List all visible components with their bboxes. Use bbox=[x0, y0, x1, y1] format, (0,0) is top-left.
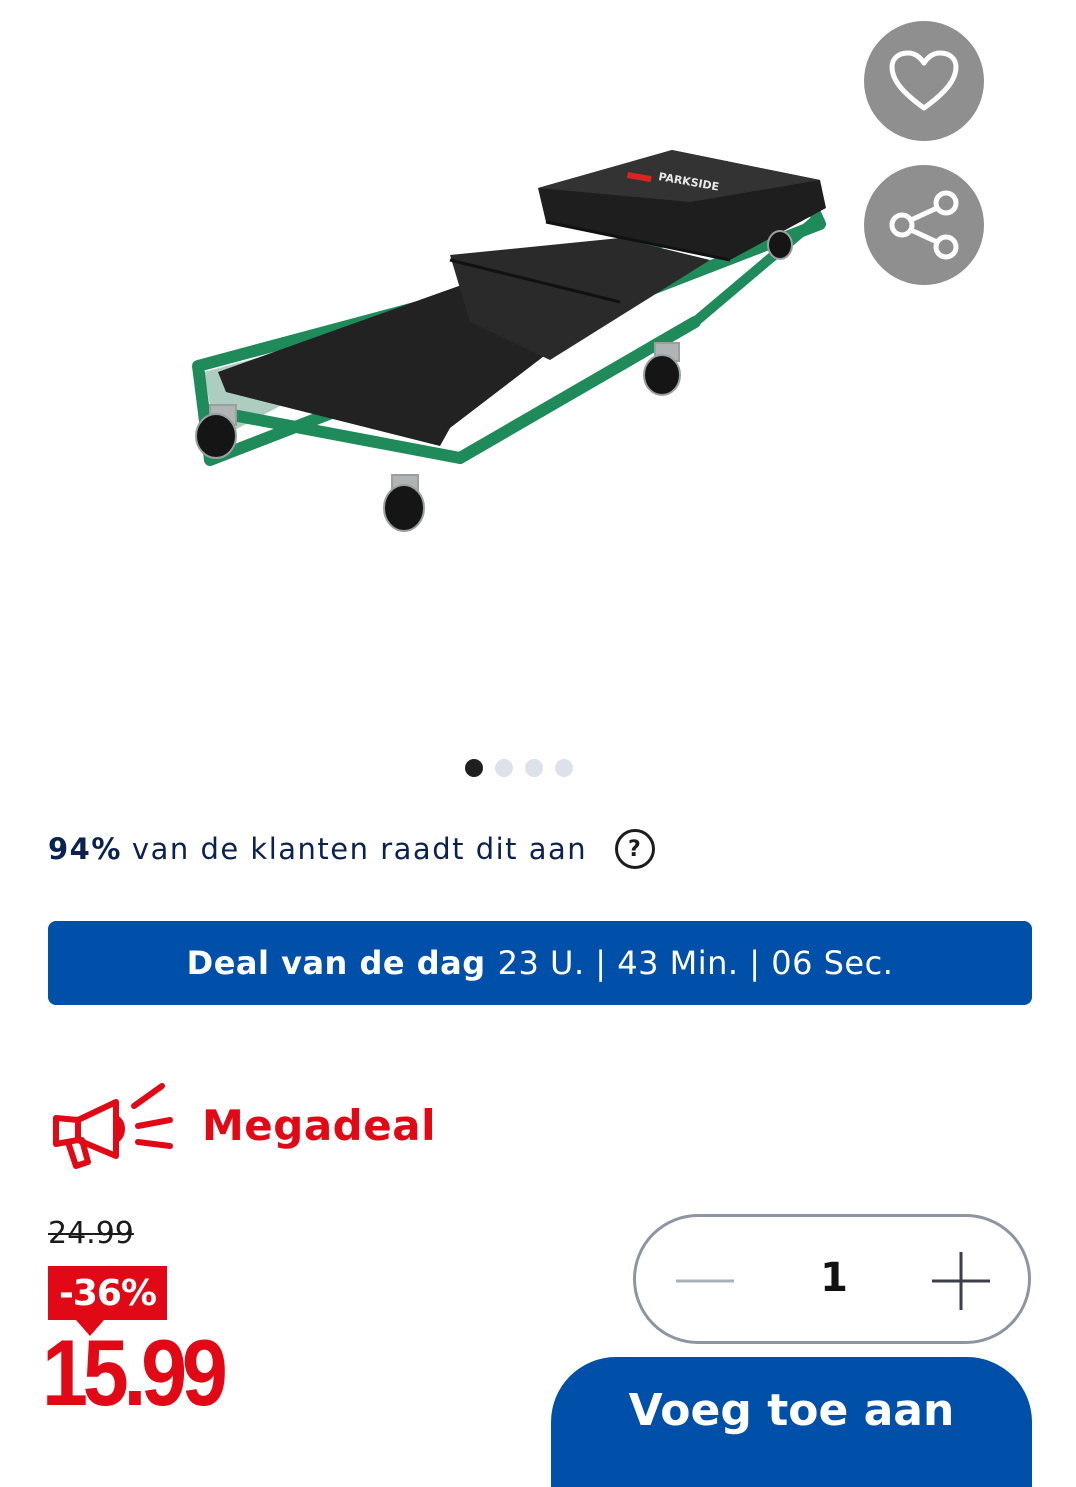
discount-badge: -36% bbox=[48, 1266, 167, 1336]
recommend-percent: 94% bbox=[48, 832, 122, 866]
creeper-image: PARKSIDE bbox=[192, 150, 826, 532]
add-to-cart-button[interactable]: Voeg toe aan bbox=[551, 1357, 1032, 1487]
increase-quantity-button[interactable] bbox=[930, 1250, 992, 1312]
add-to-cart-label: Voeg toe aan bbox=[628, 1385, 955, 1436]
old-price: 24.99 bbox=[48, 1216, 134, 1251]
plus-icon bbox=[932, 1252, 990, 1310]
carousel-dot-1[interactable] bbox=[465, 759, 483, 777]
carousel-indicator bbox=[465, 759, 573, 777]
megadeal-badge: Megadeal bbox=[50, 1080, 436, 1170]
deal-label: Deal van de dag bbox=[186, 944, 486, 982]
recommendation-line: 94% van de klanten raadt dit aan ? bbox=[48, 826, 656, 872]
carousel-dot-3[interactable] bbox=[525, 759, 543, 777]
minus-icon bbox=[676, 1279, 734, 1283]
decrease-quantity-button[interactable] bbox=[674, 1250, 736, 1312]
quantity-value[interactable]: 1 bbox=[806, 1255, 862, 1301]
share-icon bbox=[889, 190, 959, 260]
recommend-text: van de klanten raadt dit aan bbox=[131, 832, 588, 866]
megadeal-label: Megadeal bbox=[202, 1100, 436, 1150]
carousel-dot-2[interactable] bbox=[495, 759, 513, 777]
help-icon[interactable]: ? bbox=[615, 829, 656, 869]
megaphone-icon bbox=[53, 1083, 173, 1169]
share-button[interactable] bbox=[864, 165, 984, 285]
favorite-button[interactable] bbox=[864, 21, 984, 141]
deal-countdown: 23 U. | 43 Min. | 06 Sec. bbox=[497, 944, 894, 982]
heart-icon bbox=[889, 50, 959, 111]
quantity-stepper: 1 bbox=[633, 1214, 1031, 1344]
carousel-dot-4[interactable] bbox=[555, 759, 573, 777]
product-image[interactable]: PARKSIDE bbox=[150, 110, 870, 570]
deal-of-the-day-banner: Deal van de dag 23 U. | 43 Min. | 06 Sec… bbox=[48, 921, 1032, 1005]
current-price: 15.99 bbox=[42, 1320, 228, 1425]
